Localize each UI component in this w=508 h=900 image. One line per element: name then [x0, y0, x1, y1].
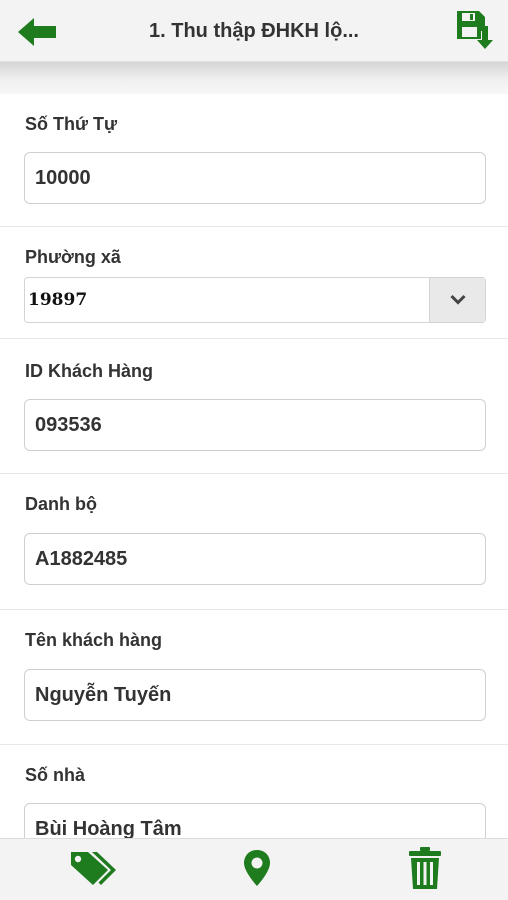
id-khach-hang-value: 093536 [35, 413, 102, 436]
ten-khach-hang-input[interactable]: Nguyễn Tuyến [24, 669, 486, 721]
field-ten-khach-hang: Tên khách hàng Nguyễn Tuyến [0, 610, 508, 745]
select-toggle[interactable] [429, 278, 485, 322]
field-id-khach-hang: ID Khách Hàng 093536 [0, 339, 508, 474]
location-button[interactable] [227, 847, 287, 893]
so-nha-value: Bùi Hoàng Tâm [35, 817, 182, 839]
so-thu-tu-label: Số Thứ Tự [25, 114, 118, 134]
phuong-xa-label: Phường xã [25, 247, 121, 267]
tags-icon [66, 848, 118, 893]
customer-form: Số Thứ Tự 10000 Phường xã 19897 ID Khách… [0, 94, 508, 838]
tags-button[interactable] [62, 847, 122, 893]
so-thu-tu-value: 10000 [35, 166, 91, 189]
trash-icon [407, 846, 443, 895]
so-nha-input[interactable]: Bùi Hoàng Tâm [24, 803, 486, 838]
ten-khach-hang-label: Tên khách hàng [25, 630, 163, 650]
danh-bo-input[interactable]: A1882485 [24, 533, 486, 585]
page-title: 1. Thu thập ĐHKH lộ... [149, 19, 359, 42]
phuong-xa-value: 19897 [28, 290, 88, 310]
save-button[interactable] [454, 10, 496, 54]
delete-button[interactable] [395, 846, 455, 895]
header-shadow [0, 62, 508, 94]
app-header: 1. Thu thập ĐHKH lộ... [0, 0, 508, 62]
so-nha-label: Số nhà [25, 765, 86, 785]
ten-khach-hang-value: Nguyễn Tuyến [35, 683, 172, 706]
field-so-thu-tu: Số Thứ Tự 10000 [0, 94, 508, 227]
field-phuong-xa: Phường xã 19897 [0, 227, 508, 339]
map-marker-icon [242, 848, 272, 893]
phuong-xa-select[interactable]: 19897 [24, 277, 486, 323]
back-button[interactable] [14, 16, 60, 52]
chevron-down-icon [449, 290, 466, 310]
save-download-icon [455, 9, 495, 56]
bottom-toolbar [0, 838, 508, 900]
id-khach-hang-label: ID Khách Hàng [25, 361, 154, 381]
danh-bo-value: A1882485 [35, 547, 128, 570]
field-danh-bo: Danh bộ A1882485 [0, 474, 508, 610]
field-so-nha: Số nhà Bùi Hoàng Tâm [0, 745, 508, 838]
arrow-left-icon [16, 16, 58, 53]
danh-bo-label: Danh bộ [25, 494, 97, 514]
so-thu-tu-input[interactable]: 10000 [24, 152, 486, 204]
id-khach-hang-input[interactable]: 093536 [24, 399, 486, 451]
